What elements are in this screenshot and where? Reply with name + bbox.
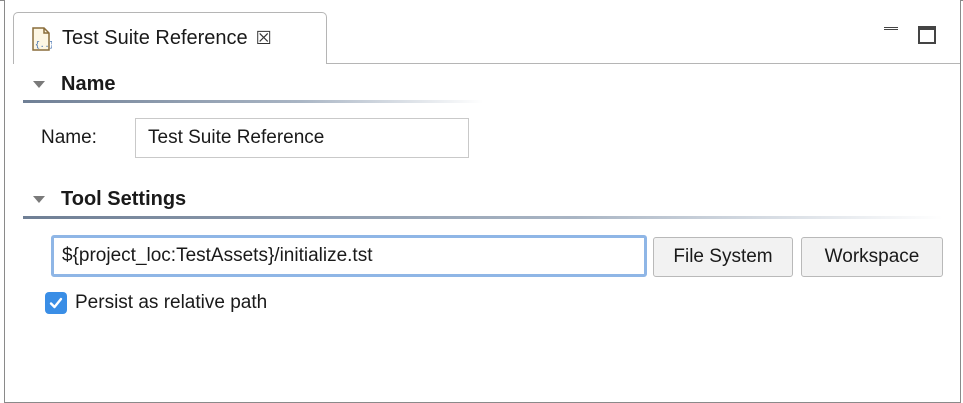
- section-divider-tool-settings: [23, 216, 943, 219]
- persist-checkbox[interactable]: [45, 292, 67, 314]
- svg-text:{..}: {..}: [35, 41, 52, 50]
- name-label: Name:: [41, 127, 97, 148]
- maximize-icon[interactable]: [918, 26, 936, 44]
- tab-title: Test Suite Reference: [62, 27, 248, 49]
- section-divider-name: [23, 100, 483, 103]
- window-controls: [884, 26, 936, 44]
- section-title-tool-settings: Tool Settings: [61, 187, 187, 210]
- tab-test-suite-reference[interactable]: {..} Test Suite Reference ☒: [13, 12, 327, 64]
- path-field[interactable]: [51, 235, 647, 277]
- section-header-tool-settings[interactable]: Tool Settings: [27, 185, 186, 213]
- persist-label: Persist as relative path: [75, 292, 268, 313]
- tab-bar: {..} Test Suite Reference ☒: [5, 0, 960, 64]
- collapse-caret-icon[interactable]: [33, 195, 45, 203]
- close-icon[interactable]: ☒: [256, 28, 272, 49]
- collapse-caret-icon[interactable]: [33, 80, 45, 88]
- minimize-icon[interactable]: [884, 27, 898, 37]
- workspace-button[interactable]: Workspace: [801, 237, 943, 277]
- editor-view: {..} Test Suite Reference ☒ Name Name: T…: [4, 0, 961, 403]
- section-header-name[interactable]: Name: [27, 70, 115, 98]
- section-title-name: Name: [61, 72, 116, 95]
- tab-bar-divider: [326, 63, 960, 64]
- test-suite-reference-icon: {..}: [30, 26, 52, 51]
- file-system-button[interactable]: File System: [653, 237, 793, 277]
- name-field[interactable]: [135, 118, 469, 158]
- checkmark-icon: [49, 297, 63, 309]
- persist-relative-path-option[interactable]: Persist as relative path: [45, 292, 267, 314]
